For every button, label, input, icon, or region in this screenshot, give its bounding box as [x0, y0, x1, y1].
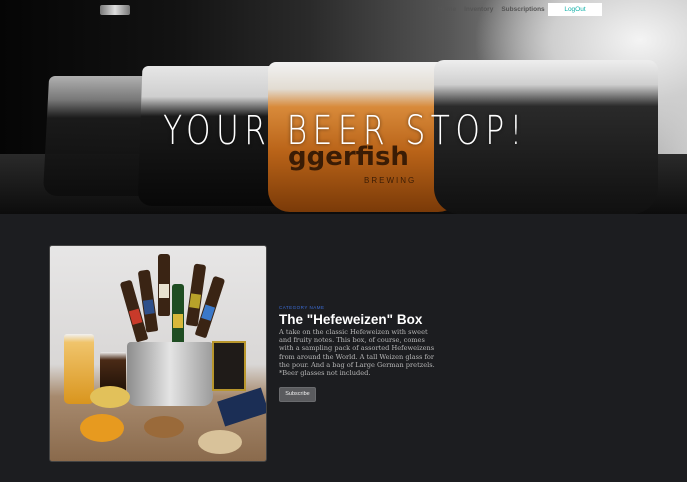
nav-subscriptions[interactable]: Subscriptions	[501, 6, 544, 13]
logout-button[interactable]: LogOut	[548, 3, 602, 16]
pretzel-bag	[212, 341, 246, 391]
product-category: CATEGORY NAME	[279, 305, 325, 310]
main-nav: Home Inventory Subscriptions	[438, 6, 545, 13]
nav-home[interactable]: Home	[438, 6, 456, 13]
product-title: The "Hefeweizen" Box	[279, 312, 423, 327]
weizen-glass	[64, 334, 94, 404]
popcorn-bowl	[90, 386, 130, 408]
nav-inventory[interactable]: Inventory	[464, 6, 493, 13]
nuts-bowl	[144, 416, 184, 438]
hero-title: YOUR BEER STOP!	[163, 108, 528, 154]
bottle-4	[172, 284, 184, 346]
glass-logo-subtext: BREWING	[364, 176, 417, 185]
product-description: A take on the classic Hefeweizen with sw…	[279, 328, 435, 378]
hero-banner: ggerfish BREWING YOUR BEER STOP!	[0, 0, 687, 214]
beer-logo-icon[interactable]	[100, 5, 130, 15]
product-image	[49, 245, 267, 462]
bottle-3	[158, 254, 170, 316]
mixed-snacks-bowl	[198, 430, 242, 454]
cheese-puffs-bowl	[80, 414, 124, 442]
blue-napkin	[217, 387, 266, 427]
subscribe-button[interactable]: Subscribe	[279, 387, 316, 402]
ice-bucket	[127, 342, 213, 406]
